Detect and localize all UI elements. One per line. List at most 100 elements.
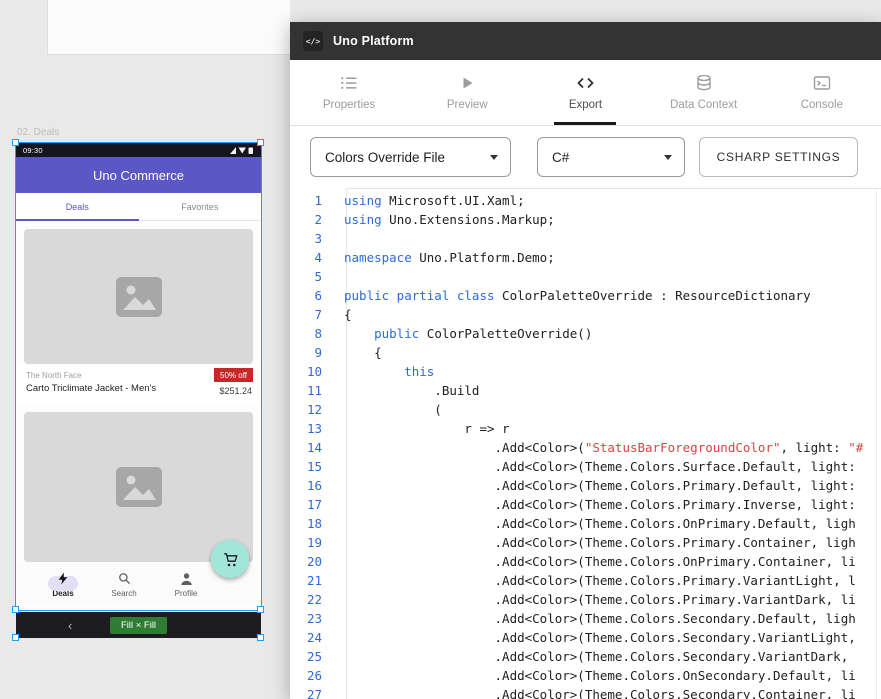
code-line: 10 this (290, 362, 881, 381)
code-line: 18 .Add<Color>(Theme.Colors.OnPrimary.De… (290, 514, 881, 533)
tab-data-context[interactable]: Data Context (645, 60, 763, 125)
code-line: 15 .Add<Color>(Theme.Colors.Surface.Defa… (290, 457, 881, 476)
list-icon (340, 74, 358, 92)
code-line: 12 ( (290, 400, 881, 419)
status-icons (228, 146, 254, 155)
tab-export-label: Export (569, 99, 602, 111)
plugin-title: Uno Platform (333, 34, 414, 48)
frame-title[interactable]: 02. Deals (17, 127, 59, 138)
code-line: 4namespace Uno.Platform.Demo; (290, 248, 881, 267)
tab-preview[interactable]: Preview (408, 60, 526, 125)
plugin-header: </> Uno Platform (290, 22, 881, 60)
code-line: 11 .Build (290, 381, 881, 400)
code-line: 14 .Add<Color>("StatusBarForegroundColor… (290, 438, 881, 457)
product-info-row: The North Face Carto Triclimate Jacket -… (16, 364, 261, 404)
tab-properties-label: Properties (323, 99, 375, 111)
status-time: 09:30 (23, 146, 43, 155)
app-tab-bar: Deals Favorites (16, 193, 261, 221)
nav-label-profile: Profile (175, 589, 198, 598)
code-line: 8 public ColorPaletteOverride() (290, 324, 881, 343)
selection-handle[interactable] (12, 634, 19, 641)
selection-handle[interactable] (12, 606, 19, 613)
export-file-value: Colors Override File (325, 150, 445, 165)
image-icon (116, 467, 162, 507)
code-line: 19 .Add<Color>(Theme.Colors.Primary.Cont… (290, 533, 881, 552)
product-brand: The North Face (26, 371, 82, 380)
chevron-down-icon (664, 155, 672, 160)
cart-icon (223, 552, 238, 567)
code-line: 16 .Add<Color>(Theme.Colors.Primary.Defa… (290, 476, 881, 495)
tab-console[interactable]: Console (763, 60, 881, 125)
code-line: 26 .Add<Color>(Theme.Colors.OnSecondary.… (290, 666, 881, 685)
selection-handle[interactable] (12, 139, 19, 146)
tab-preview-label: Preview (447, 99, 488, 111)
phone-frame[interactable]: 09:30 Uno Commerce Deals Favorites (16, 143, 261, 610)
selection-handle[interactable] (257, 606, 264, 613)
selection-handle[interactable] (257, 634, 264, 641)
language-value: C# (552, 150, 569, 165)
tab-deals-label: Deals (66, 202, 89, 212)
product-image-placeholder (24, 229, 253, 364)
code-line: 23 .Add<Color>(Theme.Colors.Secondary.De… (290, 609, 881, 628)
code-line: 25 .Add<Color>(Theme.Colors.Secondary.Va… (290, 647, 881, 666)
tab-properties[interactable]: Properties (290, 60, 408, 125)
play-icon (458, 74, 476, 92)
code-line: 2using Uno.Extensions.Markup; (290, 210, 881, 229)
nav-label-search: Search (111, 589, 136, 598)
plugin-tab-bar: Properties Preview Export (290, 60, 881, 126)
chevron-down-icon (490, 155, 498, 160)
nav-item-deals[interactable]: Deals (33, 565, 93, 603)
tab-export[interactable]: Export (526, 60, 644, 125)
tab-data-context-label: Data Context (670, 99, 737, 111)
database-icon (695, 74, 713, 92)
active-tab-indicator (554, 122, 616, 125)
nav-item-search[interactable]: Search (94, 565, 154, 603)
nav-item-profile[interactable]: Profile (156, 565, 216, 603)
code-editor[interactable]: 1using Microsoft.UI.Xaml;2using Uno.Exte… (290, 188, 881, 699)
lightning-icon (57, 571, 69, 586)
code-line: 3 (290, 229, 881, 248)
tab-favorites[interactable]: Favorites (139, 193, 262, 220)
cart-fab[interactable] (211, 540, 249, 578)
code-line: 9 { (290, 343, 881, 362)
figma-canvas: 02. Deals 09:30 Uno Commerce Deals Favor… (0, 0, 881, 699)
product-image-placeholder-2 (24, 412, 253, 562)
export-file-dropdown[interactable]: Colors Override File (310, 137, 511, 177)
code-line: 1using Microsoft.UI.Xaml; (290, 191, 881, 210)
uno-logo-icon: </> (303, 31, 323, 51)
discount-badge: 50% off (214, 368, 253, 382)
search-icon (118, 572, 131, 585)
uno-platform-panel: </> Uno Platform Properties Preview (290, 22, 881, 699)
language-dropdown[interactable]: C# (537, 137, 685, 177)
code-line: 24 .Add<Color>(Theme.Colors.Secondary.Va… (290, 628, 881, 647)
csharp-settings-button[interactable]: CSHARP SETTINGS (699, 137, 858, 177)
frame-toolbar: ‹ Fill × Fill (16, 612, 261, 638)
selection-handle[interactable] (257, 139, 264, 146)
export-controls: Colors Override File C# CSHARP SETTINGS (290, 126, 881, 188)
code-line: 20 .Add<Color>(Theme.Colors.OnPrimary.Co… (290, 552, 881, 571)
code-line: 6public partial class ColorPaletteOverri… (290, 286, 881, 305)
adjacent-artboard (47, 0, 290, 55)
tab-console-label: Console (801, 99, 843, 111)
code-line: 5 (290, 267, 881, 286)
code-icon (576, 74, 595, 92)
code-line: 7{ (290, 305, 881, 324)
code-line: 17 .Add<Color>(Theme.Colors.Primary.Inve… (290, 495, 881, 514)
app-bar: Uno Commerce (16, 157, 261, 193)
tab-deals[interactable]: Deals (16, 193, 139, 220)
code-top-divider (346, 188, 881, 189)
code-lines: 1using Microsoft.UI.Xaml;2using Uno.Exte… (290, 191, 881, 699)
product-price: $251.24 (219, 386, 252, 396)
code-line: 22 .Add<Color>(Theme.Colors.Primary.Vari… (290, 590, 881, 609)
tab-favorites-label: Favorites (181, 202, 218, 212)
chevron-left-icon[interactable]: ‹ (68, 619, 72, 632)
status-bar: 09:30 (16, 143, 261, 157)
product-name: Carto Triclimate Jacket - Men's (26, 383, 156, 394)
code-line: 27 .Add<Color>(Theme.Colors.Secondary.Co… (290, 685, 881, 699)
console-icon (813, 74, 831, 92)
person-icon (180, 572, 193, 586)
code-line: 13 r => r (290, 419, 881, 438)
fill-size-badge[interactable]: Fill × Fill (110, 617, 167, 634)
code-line: 21 .Add<Color>(Theme.Colors.Primary.Vari… (290, 571, 881, 590)
phone-content: The North Face Carto Triclimate Jacket -… (16, 221, 261, 610)
